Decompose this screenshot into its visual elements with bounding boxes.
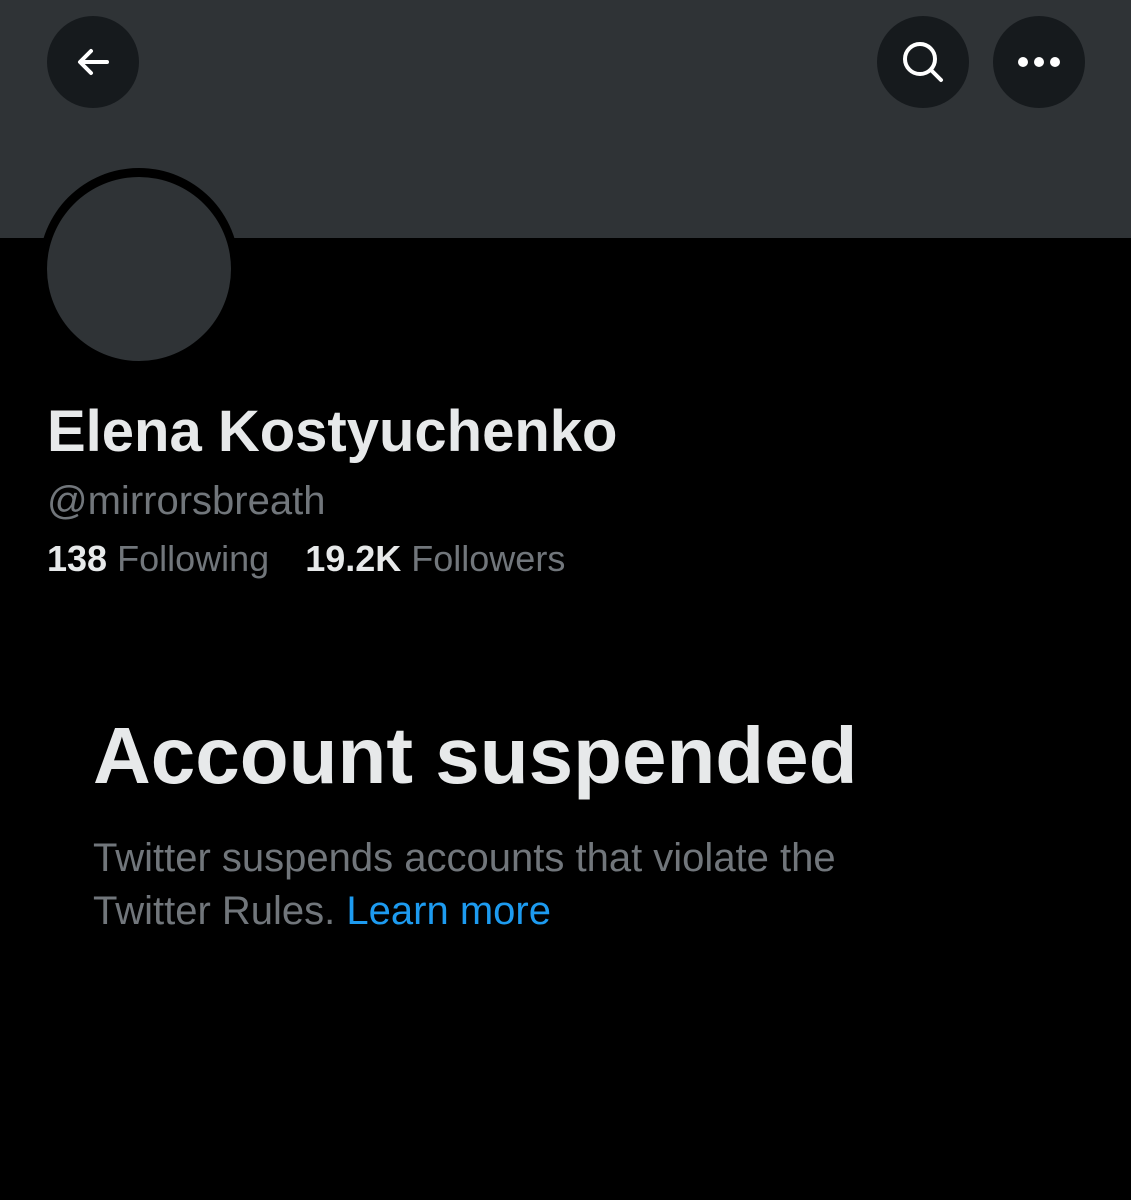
profile-stats: 138 Following 19.2K Followers	[47, 533, 617, 585]
following-label: Following	[117, 538, 270, 579]
following-link[interactable]: 138 Following	[47, 533, 269, 585]
profile-info: Elena Kostyuchenko @mirrorsbreath 138 Fo…	[47, 395, 617, 585]
suspension-notice: Account suspended Twitter suspends accou…	[93, 708, 993, 938]
suspension-title: Account suspended	[93, 711, 858, 800]
suspension-message: Twitter suspends accounts that violate t…	[93, 832, 953, 938]
user-handle: @mirrorsbreath	[47, 479, 326, 523]
learn-more-link[interactable]: Learn more	[346, 889, 551, 933]
following-count: 138	[47, 538, 108, 579]
arrow-left-icon	[78, 49, 109, 75]
back-button[interactable]	[47, 16, 139, 108]
followers-label: Followers	[411, 538, 566, 579]
more-options-button[interactable]	[993, 16, 1085, 108]
avatar[interactable]	[47, 177, 231, 361]
followers-link[interactable]: 19.2K Followers	[305, 533, 565, 585]
more-horizontal-icon	[1018, 57, 1060, 67]
display-name: Elena Kostyuchenko	[47, 399, 618, 464]
followers-count: 19.2K	[305, 538, 402, 579]
search-icon	[903, 42, 943, 82]
search-button[interactable]	[877, 16, 969, 108]
